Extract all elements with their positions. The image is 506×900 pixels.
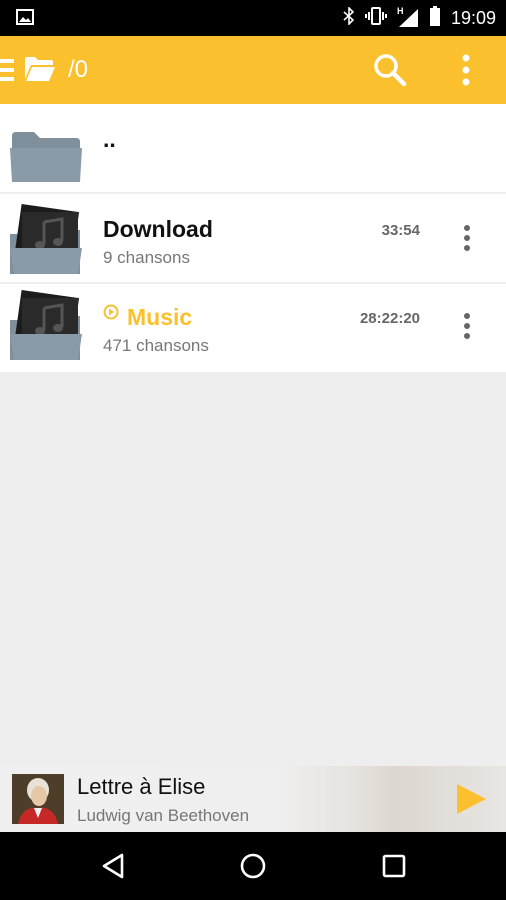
track-artist: Ludwig van Beethoven bbox=[77, 806, 250, 825]
folder-name: Download bbox=[103, 216, 213, 242]
menu-icon[interactable] bbox=[0, 54, 16, 86]
folder-name: Music bbox=[127, 304, 193, 330]
image-notification-icon bbox=[16, 9, 34, 30]
recents-icon[interactable] bbox=[378, 850, 410, 882]
path-title: /0 bbox=[68, 56, 89, 83]
mini-player[interactable]: Lettre à Elise Ludwig van Beethoven bbox=[0, 766, 506, 832]
album-art bbox=[12, 774, 64, 824]
back-icon[interactable] bbox=[98, 850, 130, 882]
folder-open-icon bbox=[24, 56, 56, 87]
folder-row-download[interactable]: Download 9 chansons 33:54 bbox=[0, 194, 506, 284]
folder-duration: 28:22:20 bbox=[359, 310, 420, 327]
overflow-menu-icon[interactable] bbox=[454, 52, 478, 88]
navigation-bar bbox=[0, 832, 506, 900]
app-bar: /0 bbox=[0, 36, 506, 104]
network-type-label: H bbox=[396, 6, 404, 16]
item-overflow-icon[interactable] bbox=[458, 312, 476, 340]
music-folder-icon bbox=[8, 204, 84, 281]
folder-icon bbox=[8, 128, 84, 189]
vibrate-icon bbox=[364, 6, 387, 30]
search-icon[interactable] bbox=[372, 52, 408, 88]
folder-duration: 33:54 bbox=[381, 222, 420, 239]
parent-folder-label: .. bbox=[103, 126, 116, 152]
item-overflow-icon[interactable] bbox=[458, 224, 476, 252]
clock: 19:09 bbox=[450, 7, 496, 28]
battery-icon bbox=[429, 5, 441, 31]
folder-song-count: 471 chansons bbox=[103, 336, 209, 355]
parent-folder-row[interactable]: .. bbox=[0, 104, 506, 194]
track-title: Lettre à Elise bbox=[77, 774, 206, 799]
status-bar: H 19:09 bbox=[0, 0, 506, 36]
folder-song-count: 9 chansons bbox=[103, 248, 190, 267]
music-folder-icon bbox=[8, 290, 84, 367]
folder-list: .. Download 9 chansons 33:54 Music 471 c… bbox=[0, 104, 506, 374]
play-icon[interactable] bbox=[454, 782, 488, 816]
now-playing-icon bbox=[103, 304, 119, 325]
signal-icon: H bbox=[396, 6, 419, 28]
bluetooth-icon bbox=[343, 5, 355, 30]
folder-row-music[interactable]: Music 471 chansons 28:22:20 bbox=[0, 284, 506, 374]
home-icon[interactable] bbox=[237, 850, 269, 882]
